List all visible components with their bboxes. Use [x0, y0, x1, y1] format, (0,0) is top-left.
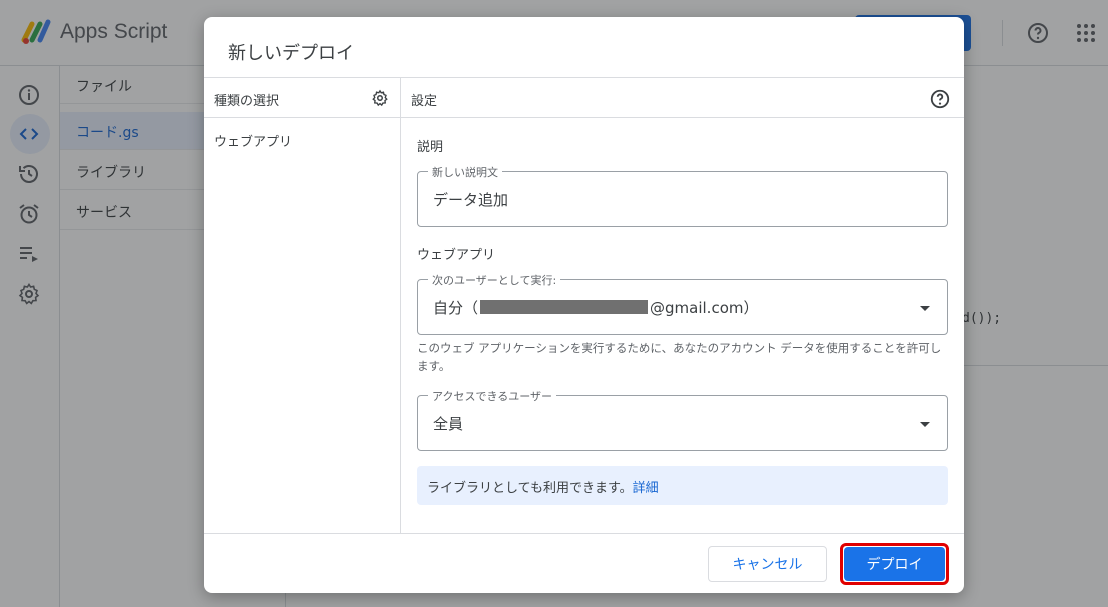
execute-as-suffix: @gmail.com） — [650, 299, 759, 317]
details-link[interactable]: 詳細 — [633, 481, 659, 496]
new-deployment-dialog: 新しいデプロイ 種類の選択 ウェブアプリ 設定 説明 新しい説明文 データ追加 … — [204, 17, 964, 593]
access-select[interactable]: アクセスできるユーザー 全員 — [417, 388, 948, 451]
description-field-value: データ追加 — [433, 191, 509, 209]
execute-as-hint: このウェブ アプリケーションを実行するために、あなたのアカウント データを使用す… — [417, 341, 942, 373]
description-section-label: 説明 — [417, 140, 444, 155]
library-info-text: ライブラリとしても利用できます。 — [427, 481, 633, 496]
redacted-email — [480, 300, 649, 314]
cancel-button[interactable]: キャンセル — [708, 546, 827, 582]
type-selection-header: 種類の選択 — [204, 78, 400, 118]
settings-pane: 設定 説明 新しい説明文 データ追加 ウェブアプリ 次のユーザーとして実行: 自… — [401, 78, 964, 533]
description-field-label: 新しい説明文 — [428, 164, 502, 180]
dropdown-arrow-icon — [920, 306, 930, 311]
access-value: 全員 — [433, 415, 464, 433]
access-label: アクセスできるユーザー — [428, 388, 557, 404]
execute-as-select[interactable]: 次のユーザーとして実行: 自分（ @gmail.com） — [417, 272, 948, 335]
webapp-section-label: ウェブアプリ — [417, 248, 496, 263]
execute-as-label: 次のユーザーとして実行: — [428, 272, 561, 288]
help-icon[interactable] — [929, 88, 951, 110]
gear-icon[interactable] — [371, 89, 389, 107]
type-selection-pane: 種類の選択 ウェブアプリ — [204, 78, 401, 533]
dialog-title: 新しいデプロイ — [228, 43, 354, 64]
description-field[interactable]: 新しい説明文 データ追加 — [417, 164, 948, 227]
library-info-box: ライブラリとしても利用できます。詳細 — [417, 466, 948, 505]
execute-as-value: 自分（ @gmail.com） — [433, 297, 758, 318]
settings-label: 設定 — [411, 94, 438, 109]
execute-as-prefix: 自分（ — [433, 299, 479, 317]
settings-header: 設定 — [401, 78, 964, 118]
type-selection-label: 種類の選択 — [214, 94, 280, 109]
divider — [204, 533, 964, 534]
type-item-webapp[interactable]: ウェブアプリ — [214, 131, 292, 150]
dropdown-arrow-icon — [920, 422, 930, 427]
deploy-button[interactable]: デプロイ — [844, 547, 945, 581]
